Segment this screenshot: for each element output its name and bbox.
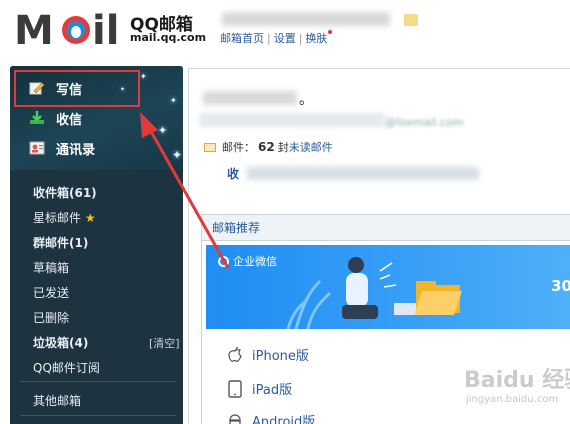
brand-domain: mail.qq.com bbox=[130, 31, 207, 44]
folder-deleted[interactable]: 已删除 bbox=[33, 309, 69, 326]
sidebar: ✦ ✦ ✦ ✦ ✦ 写信 收信 通讯录 收件箱(61) 星标邮件 ★ 群邮件(1… bbox=[10, 66, 183, 424]
vip-badge[interactable] bbox=[404, 14, 418, 26]
blurred-received-info bbox=[247, 167, 479, 180]
folder-other-mailboxes[interactable]: 其他邮箱 bbox=[33, 392, 81, 409]
top-links: 邮箱首页 | 设置 | 换肤 bbox=[220, 30, 333, 46]
qqmail-logo[interactable]: M il bbox=[14, 8, 126, 50]
contacts-button[interactable]: 通讯录 bbox=[28, 136, 95, 160]
banner-illustration bbox=[286, 257, 462, 329]
folder-sent[interactable]: 已发送 bbox=[33, 284, 69, 301]
divider bbox=[20, 381, 176, 382]
star-icon: ★ bbox=[84, 211, 96, 225]
android-icon bbox=[226, 412, 244, 424]
blurred-account bbox=[199, 113, 385, 127]
empty-spam-button[interactable]: [清空] bbox=[149, 335, 180, 351]
sparkle-icon: ✦ bbox=[158, 124, 168, 137]
watermark-text: Baidu 经验 bbox=[464, 368, 570, 393]
header: M il QQ邮箱 mail.qq.com 邮箱首页 | 设置 | 换肤 bbox=[0, 0, 570, 62]
folder-drafts[interactable]: 草稿箱 bbox=[33, 259, 69, 276]
sparkle-icon: ✦ bbox=[140, 72, 147, 81]
skin-link[interactable]: 换肤 bbox=[305, 32, 327, 45]
download-icon bbox=[28, 110, 46, 126]
folder-starred[interactable]: 星标邮件 ★ bbox=[33, 209, 96, 226]
wework-icon bbox=[218, 255, 229, 267]
download-android[interactable]: Android版 bbox=[226, 411, 315, 424]
sparkle-icon: ✦ bbox=[172, 148, 183, 162]
receive-button[interactable]: 收信 bbox=[28, 106, 82, 130]
wework-brand: 企业微信 bbox=[233, 255, 277, 268]
account-domain: @foxmail.com bbox=[385, 116, 464, 129]
download-android-label: Android版 bbox=[252, 415, 316, 424]
unread-unit: 封 bbox=[277, 141, 289, 154]
greeting-tail: 。 bbox=[299, 92, 313, 108]
separator: | bbox=[267, 32, 271, 45]
recommend-title: 邮箱推荐 bbox=[202, 215, 570, 241]
svg-text:M: M bbox=[14, 8, 54, 50]
wework-banner[interactable]: 企业微信 30 bbox=[206, 245, 570, 329]
annotation-highlight-box bbox=[14, 70, 140, 107]
banner-number: 30 bbox=[551, 277, 570, 295]
folder-starred-label: 星标邮件 bbox=[33, 211, 82, 225]
blurred-greeting bbox=[203, 91, 297, 105]
download-ipad-label: iPad版 bbox=[252, 383, 293, 398]
separator: | bbox=[298, 32, 303, 45]
watermark-url: jingyan.baidu.com bbox=[466, 394, 559, 405]
folder-spam[interactable]: 垃圾箱(4) bbox=[33, 334, 88, 351]
unread-count: 62 bbox=[258, 140, 275, 154]
recv-label[interactable]: 收 bbox=[227, 165, 239, 182]
settings-link[interactable]: 设置 bbox=[274, 32, 296, 45]
envelope-icon bbox=[204, 142, 216, 152]
wework-logo: 企业微信 bbox=[218, 253, 277, 269]
sparkle-icon: ✦ bbox=[170, 96, 177, 105]
receive-label: 收信 bbox=[56, 112, 83, 128]
tablet-icon bbox=[226, 379, 244, 398]
download-iphone[interactable]: iPhone版 bbox=[226, 345, 309, 364]
home-link[interactable]: 邮箱首页 bbox=[220, 32, 264, 45]
folder-subscriptions[interactable]: QQ邮件订阅 bbox=[33, 359, 100, 376]
download-ipad[interactable]: iPad版 bbox=[226, 379, 292, 398]
blurred-username bbox=[222, 12, 390, 26]
unread-mail-link[interactable]: 未读邮件 bbox=[289, 139, 333, 155]
unread-prefix: 邮件： bbox=[222, 141, 255, 154]
svg-text:il: il bbox=[92, 8, 119, 50]
apple-icon bbox=[226, 346, 244, 364]
notification-dot bbox=[328, 30, 333, 34]
divider bbox=[20, 415, 176, 416]
contacts-icon bbox=[28, 140, 46, 156]
download-iphone-label: iPhone版 bbox=[252, 349, 309, 364]
unread-summary: 邮件： 62 封 未读邮件 bbox=[204, 139, 333, 155]
folder-group[interactable]: 群邮件(1) bbox=[33, 234, 88, 251]
baidu-jingyan-watermark: Baidu 经验 jingyan.baidu.com bbox=[442, 362, 570, 414]
contacts-label: 通讯录 bbox=[56, 142, 96, 158]
folder-inbox[interactable]: 收件箱(61) bbox=[33, 184, 97, 201]
